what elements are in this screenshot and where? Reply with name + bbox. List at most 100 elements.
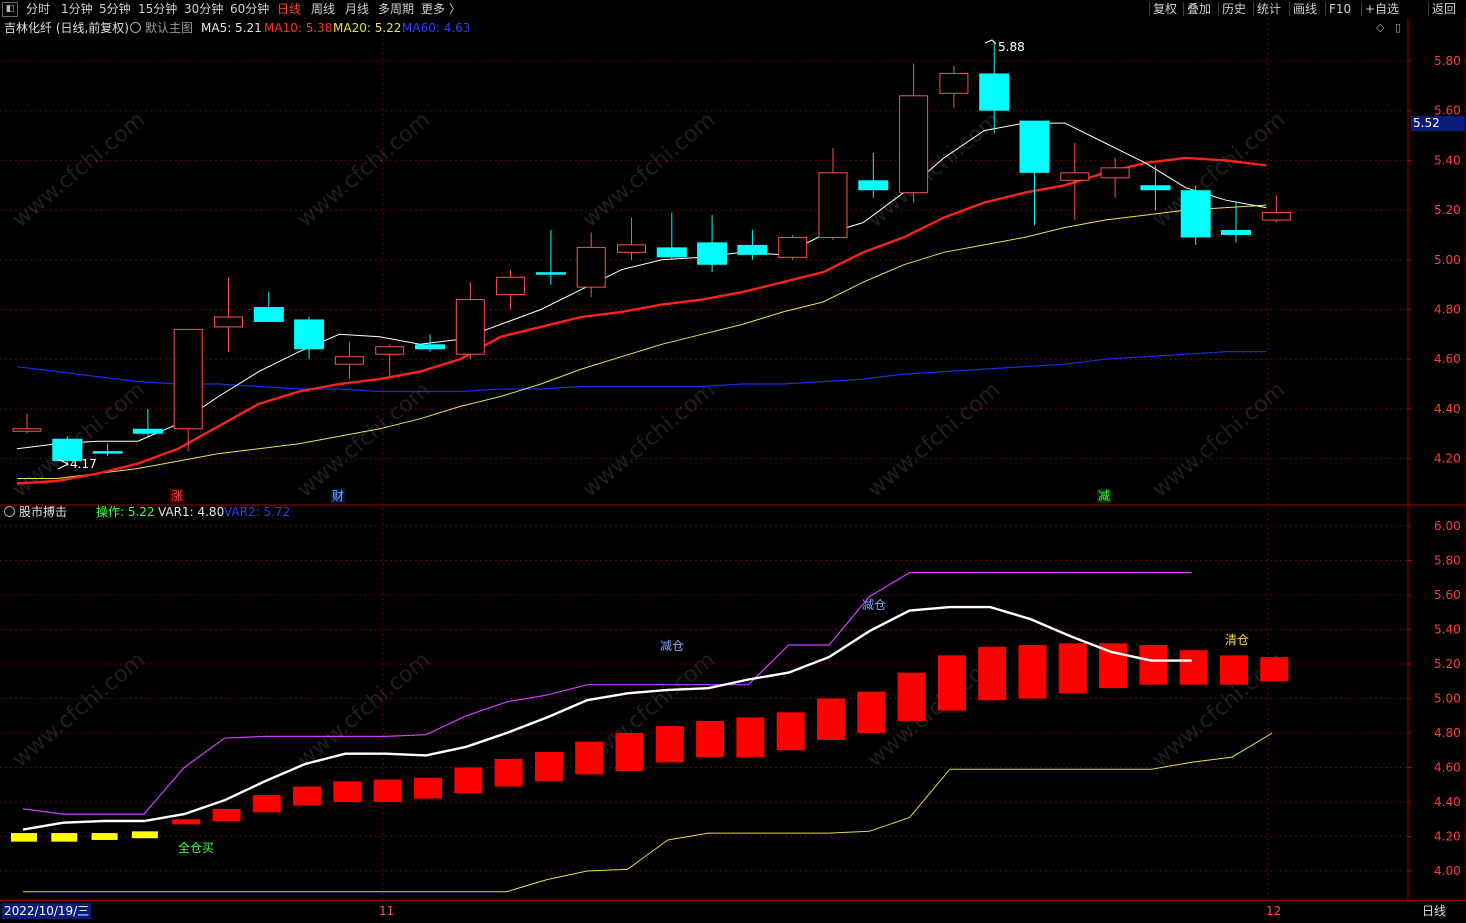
period-tab-3[interactable]: 15分钟 (138, 1, 177, 17)
y-tick-ind: 5.20 (1434, 657, 1461, 671)
candle-body (737, 244, 768, 255)
status-bar: 2022/10/19/三 11 12 日线 (0, 900, 1466, 923)
signal-bar (131, 831, 158, 839)
var1-label: VAR1: 4.80 (158, 505, 225, 519)
signal-bar (454, 767, 483, 794)
toolbar-item-3[interactable]: 统计 (1257, 1, 1281, 17)
annotation-buy: 全仓买 (178, 841, 215, 855)
candle-body (858, 180, 889, 191)
period-tab-4[interactable]: 30分钟 (184, 1, 223, 17)
toolbar-separator (1183, 2, 1184, 16)
toolbar-separator (1149, 2, 1150, 16)
signal-bar (172, 819, 201, 825)
toolbar-item-0[interactable]: 复权 (1153, 1, 1177, 17)
toolbar-separator (1289, 2, 1290, 16)
marker-finance[interactable]: 财 (331, 489, 345, 503)
ma20-label: MA20: 5.22 (333, 21, 402, 35)
y-tick-main: 5.80 (1434, 54, 1461, 68)
toolbar: ◧ 分时 1分钟 5分钟 15分钟 30分钟 60分钟 日线 周线 月线 多周期 更多 〉 复权 叠加… (0, 0, 1466, 18)
y-tick-main: 5.00 (1434, 253, 1461, 267)
marker-rise-text: 涨 (170, 489, 183, 503)
diamond-icon[interactable]: ◇ (1376, 21, 1384, 35)
y-tick-main: 4.20 (1434, 452, 1461, 466)
y-tick-ind: 4.80 (1434, 726, 1461, 740)
candle-body (697, 242, 728, 265)
period-tab-10[interactable]: 更多 〉 (421, 1, 461, 17)
op-label: 操作: 5.22 (96, 505, 155, 519)
candle-body (1060, 172, 1090, 181)
toolbar-separator (1253, 2, 1254, 16)
var2-label: VAR2: 5.72 (224, 505, 291, 519)
candle-body (1100, 167, 1130, 179)
y-tick-ind: 4.00 (1434, 864, 1461, 878)
candle-body (334, 356, 364, 365)
period-tab-5[interactable]: 60分钟 (230, 1, 269, 17)
toolbar-item-2[interactable]: 历史 (1222, 1, 1246, 17)
signal-bar (252, 795, 281, 813)
toolbar-item-7[interactable]: 返回 (1432, 1, 1456, 17)
candle-body (415, 344, 445, 350)
period-tab-8[interactable]: 月线 (345, 1, 369, 17)
signal-bar (494, 758, 523, 787)
marker-reduce-text: 减 (1097, 489, 1110, 503)
candle-body (214, 316, 243, 328)
candle-body (778, 236, 808, 258)
signal-bar (978, 646, 1007, 701)
period-tab-2[interactable]: 5分钟 (99, 1, 131, 17)
toolbar-item-5[interactable]: F10 (1329, 1, 1351, 17)
signal-bar (655, 726, 684, 763)
signal-bar (1260, 657, 1289, 682)
signal-bar (293, 786, 322, 806)
marker-reduce[interactable]: 减 (1097, 489, 1111, 503)
candle-body (294, 319, 325, 350)
candle-body (253, 307, 284, 322)
y-tick-main: 4.60 (1434, 352, 1461, 366)
marker-finance-text: 财 (331, 489, 344, 503)
ma10-label: MA10: 5.38 (264, 21, 333, 35)
candle-body (656, 247, 687, 258)
y-tick-ind: 5.40 (1434, 623, 1461, 637)
period-tab-0[interactable]: 分时 (26, 1, 50, 17)
candle-body (535, 272, 566, 275)
signal-bar (51, 833, 78, 842)
high-price-label: 5.88 (998, 40, 1025, 54)
y-tick-main: 4.80 (1434, 303, 1461, 317)
template-dropdown[interactable]: 默认主图 (130, 21, 193, 35)
candle-body (899, 95, 929, 194)
marker-rise[interactable]: 涨 (170, 489, 184, 503)
low-price-label: 4.17 (70, 457, 97, 471)
candle-body (92, 451, 123, 454)
annotation-reduce-1: 减仓 (660, 639, 685, 653)
signal-bar (817, 698, 845, 740)
y-tick-ind: 4.60 (1434, 761, 1461, 775)
ma5-label: MA5: 5.21 (201, 21, 262, 35)
panel-toggle-icon[interactable]: ◧ (2, 2, 18, 17)
candle-body (1140, 185, 1171, 191)
template-label: 默认主图 (145, 21, 194, 35)
period-tab-9[interactable]: 多周期 (378, 1, 414, 17)
candle-body (617, 244, 646, 253)
toolbar-item-4[interactable]: 画线 (1293, 1, 1317, 17)
signal-bar (696, 720, 725, 758)
signal-bar (937, 655, 966, 711)
period-tab-6[interactable]: 日线 (277, 1, 301, 17)
candle-body (979, 73, 1010, 111)
toolbar-separator (1428, 2, 1429, 16)
y-tick-ind: 5.60 (1434, 588, 1461, 602)
y-tick-main: 5.20 (1434, 203, 1461, 217)
toolbar-separator (1361, 2, 1362, 16)
toolbar-item-6[interactable]: +自选 (1365, 1, 1399, 17)
period-tab-1[interactable]: 1分钟 (61, 1, 93, 17)
candle-body (1019, 120, 1050, 173)
toolbar-item-1[interactable]: 叠加 (1187, 1, 1211, 17)
panel-layout-icon[interactable]: ▯ (1395, 21, 1401, 35)
chart-area[interactable]: 5.80 5.60 5.40 5.20 5.00 4.80 4.60 4.40 4.20 6.00… (0, 18, 1466, 900)
period-indicator[interactable]: 日线 (1422, 903, 1446, 919)
candle-body (375, 346, 405, 355)
indicator-name[interactable]: 股市搏击 (4, 505, 67, 519)
gear-icon (130, 22, 141, 33)
signal-bar (373, 779, 402, 802)
y-tick-ind: 5.80 (1434, 554, 1461, 568)
period-tab-7[interactable]: 周线 (311, 1, 335, 17)
signal-bar (414, 777, 442, 799)
